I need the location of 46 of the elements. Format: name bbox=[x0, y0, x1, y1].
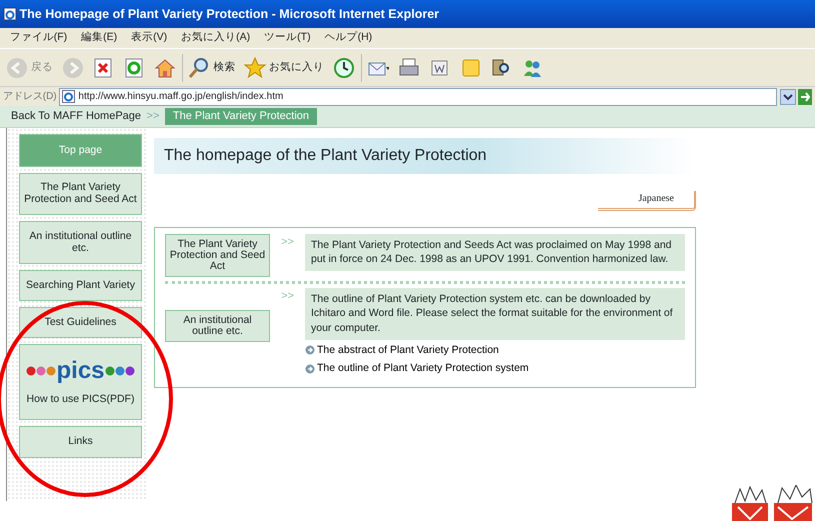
ie-page-icon bbox=[2, 7, 17, 21]
sidebar-link[interactable]: How to use PICS(PDF) bbox=[26, 394, 134, 406]
address-label: アドレス(D) bbox=[2, 90, 57, 104]
document-link[interactable]: The abstract of Plant Variety Protection bbox=[317, 342, 499, 358]
refresh-icon bbox=[123, 56, 145, 78]
dropdown-icon bbox=[780, 88, 796, 104]
section-button[interactable]: The Plant Variety Protection and Seed Act bbox=[165, 234, 270, 277]
circle-arrow-icon bbox=[305, 364, 315, 374]
colored-dots-icon bbox=[26, 366, 56, 376]
stop-icon bbox=[92, 56, 114, 78]
note-icon bbox=[460, 56, 482, 78]
description-text: The outline of Plant Variety Protection system etc. can be downloaded by Ichitaro and Word file. Please select the format suitable for the environment of your computer. bbox=[305, 288, 685, 340]
breadcrumb-separator: >> bbox=[146, 109, 160, 124]
document-link[interactable]: The outline of Plant Variety Protection system bbox=[317, 361, 529, 378]
pics-logo: pics bbox=[56, 358, 105, 383]
double-chevron: >> bbox=[280, 234, 295, 250]
sidebar-item[interactable]: Test Guidelines bbox=[19, 307, 142, 338]
sidebar-item[interactable]: Links bbox=[19, 426, 142, 458]
double-chevron: >> bbox=[280, 288, 295, 304]
home-icon bbox=[154, 56, 176, 78]
menu-item[interactable]: ファイル(F) bbox=[2, 30, 74, 46]
breadcrumb-link[interactable]: Back To MAFF HomePage bbox=[11, 108, 142, 125]
section-button[interactable]: An institutional outline etc. bbox=[165, 310, 270, 342]
menu-item[interactable]: 表示(V) bbox=[124, 30, 174, 46]
toolbar-button[interactable]: 検索 bbox=[185, 56, 238, 78]
menu-item[interactable]: お気に入り(A) bbox=[174, 30, 258, 46]
sidebar-item[interactable]: Searching Plant Variety bbox=[19, 270, 142, 301]
sidebar-item[interactable]: An institutional outline etc. bbox=[19, 221, 142, 264]
menu-item[interactable]: ツール(T) bbox=[257, 30, 318, 46]
search-icon bbox=[188, 56, 210, 78]
circle-arrow-icon bbox=[305, 345, 315, 356]
menu-item[interactable]: ヘルプ(H) bbox=[318, 30, 380, 46]
menu-item[interactable]: 編集(E) bbox=[74, 30, 124, 46]
clock-icon bbox=[332, 56, 355, 78]
language-link[interactable]: Japanese bbox=[598, 190, 696, 210]
sidebar-item[interactable]: The Plant Variety Protection and Seed Act bbox=[19, 173, 142, 215]
printer-icon bbox=[398, 56, 420, 78]
address-field[interactable]: http://www.hinsyu.maff.go.jp/english/index.htm bbox=[59, 88, 777, 106]
ie-page-icon bbox=[62, 90, 76, 103]
go-arrow-icon bbox=[798, 88, 812, 104]
window-title: The Homepage of Plant Variety Protection - Microsoft Internet Explorer bbox=[20, 6, 440, 23]
description-text: The Plant Variety Protection and Seeds Act was proclaimed on May 1998 and put in force on 24 Dec. 1998 as an UPOV 1991. Convention harmonized law. bbox=[305, 234, 685, 271]
breadcrumb-current: The Plant Variety Protection bbox=[164, 108, 318, 125]
colored-dots-icon bbox=[104, 366, 135, 376]
star-icon bbox=[244, 56, 266, 78]
toolbar-button[interactable]: お気に入り bbox=[241, 56, 327, 78]
